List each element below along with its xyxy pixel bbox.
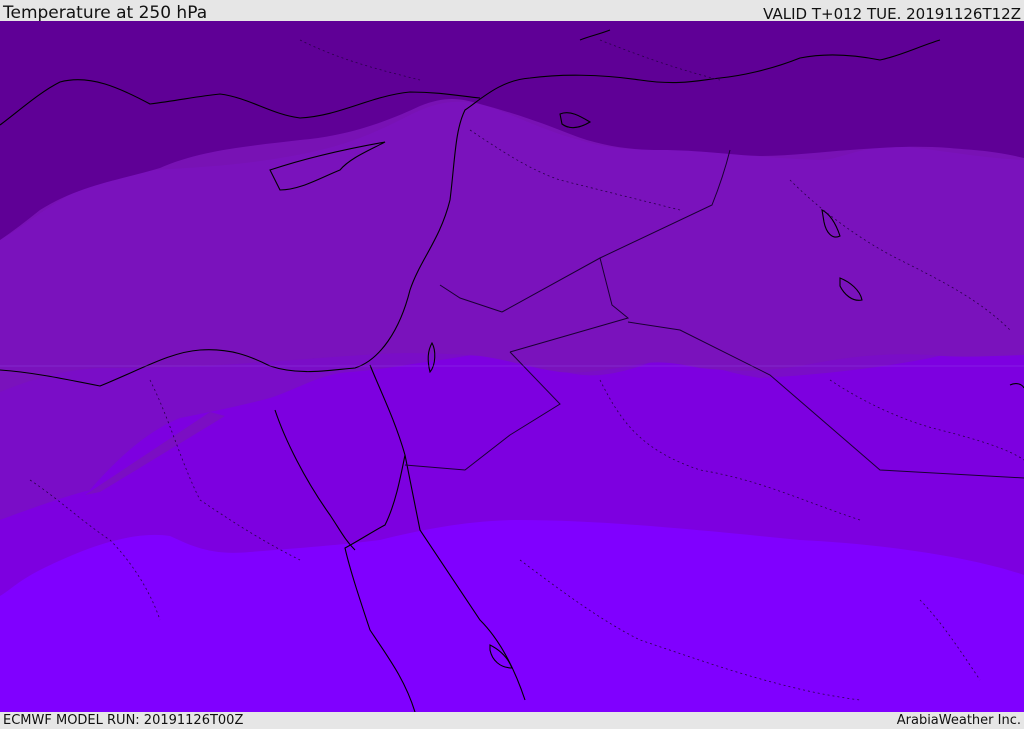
map-title: Temperature at 250 hPa — [3, 3, 208, 23]
header-bar: Temperature at 250 hPa VALID T+012 TUE. … — [0, 0, 1024, 23]
model-run-label: ECMWF MODEL RUN: 20191126T00Z — [3, 713, 244, 728]
weather-map[interactable] — [0, 21, 1024, 712]
footer-bar: ECMWF MODEL RUN: 20191126T00Z ArabiaWeat… — [0, 712, 1024, 729]
provider-label: ArabiaWeather Inc. — [896, 713, 1021, 728]
